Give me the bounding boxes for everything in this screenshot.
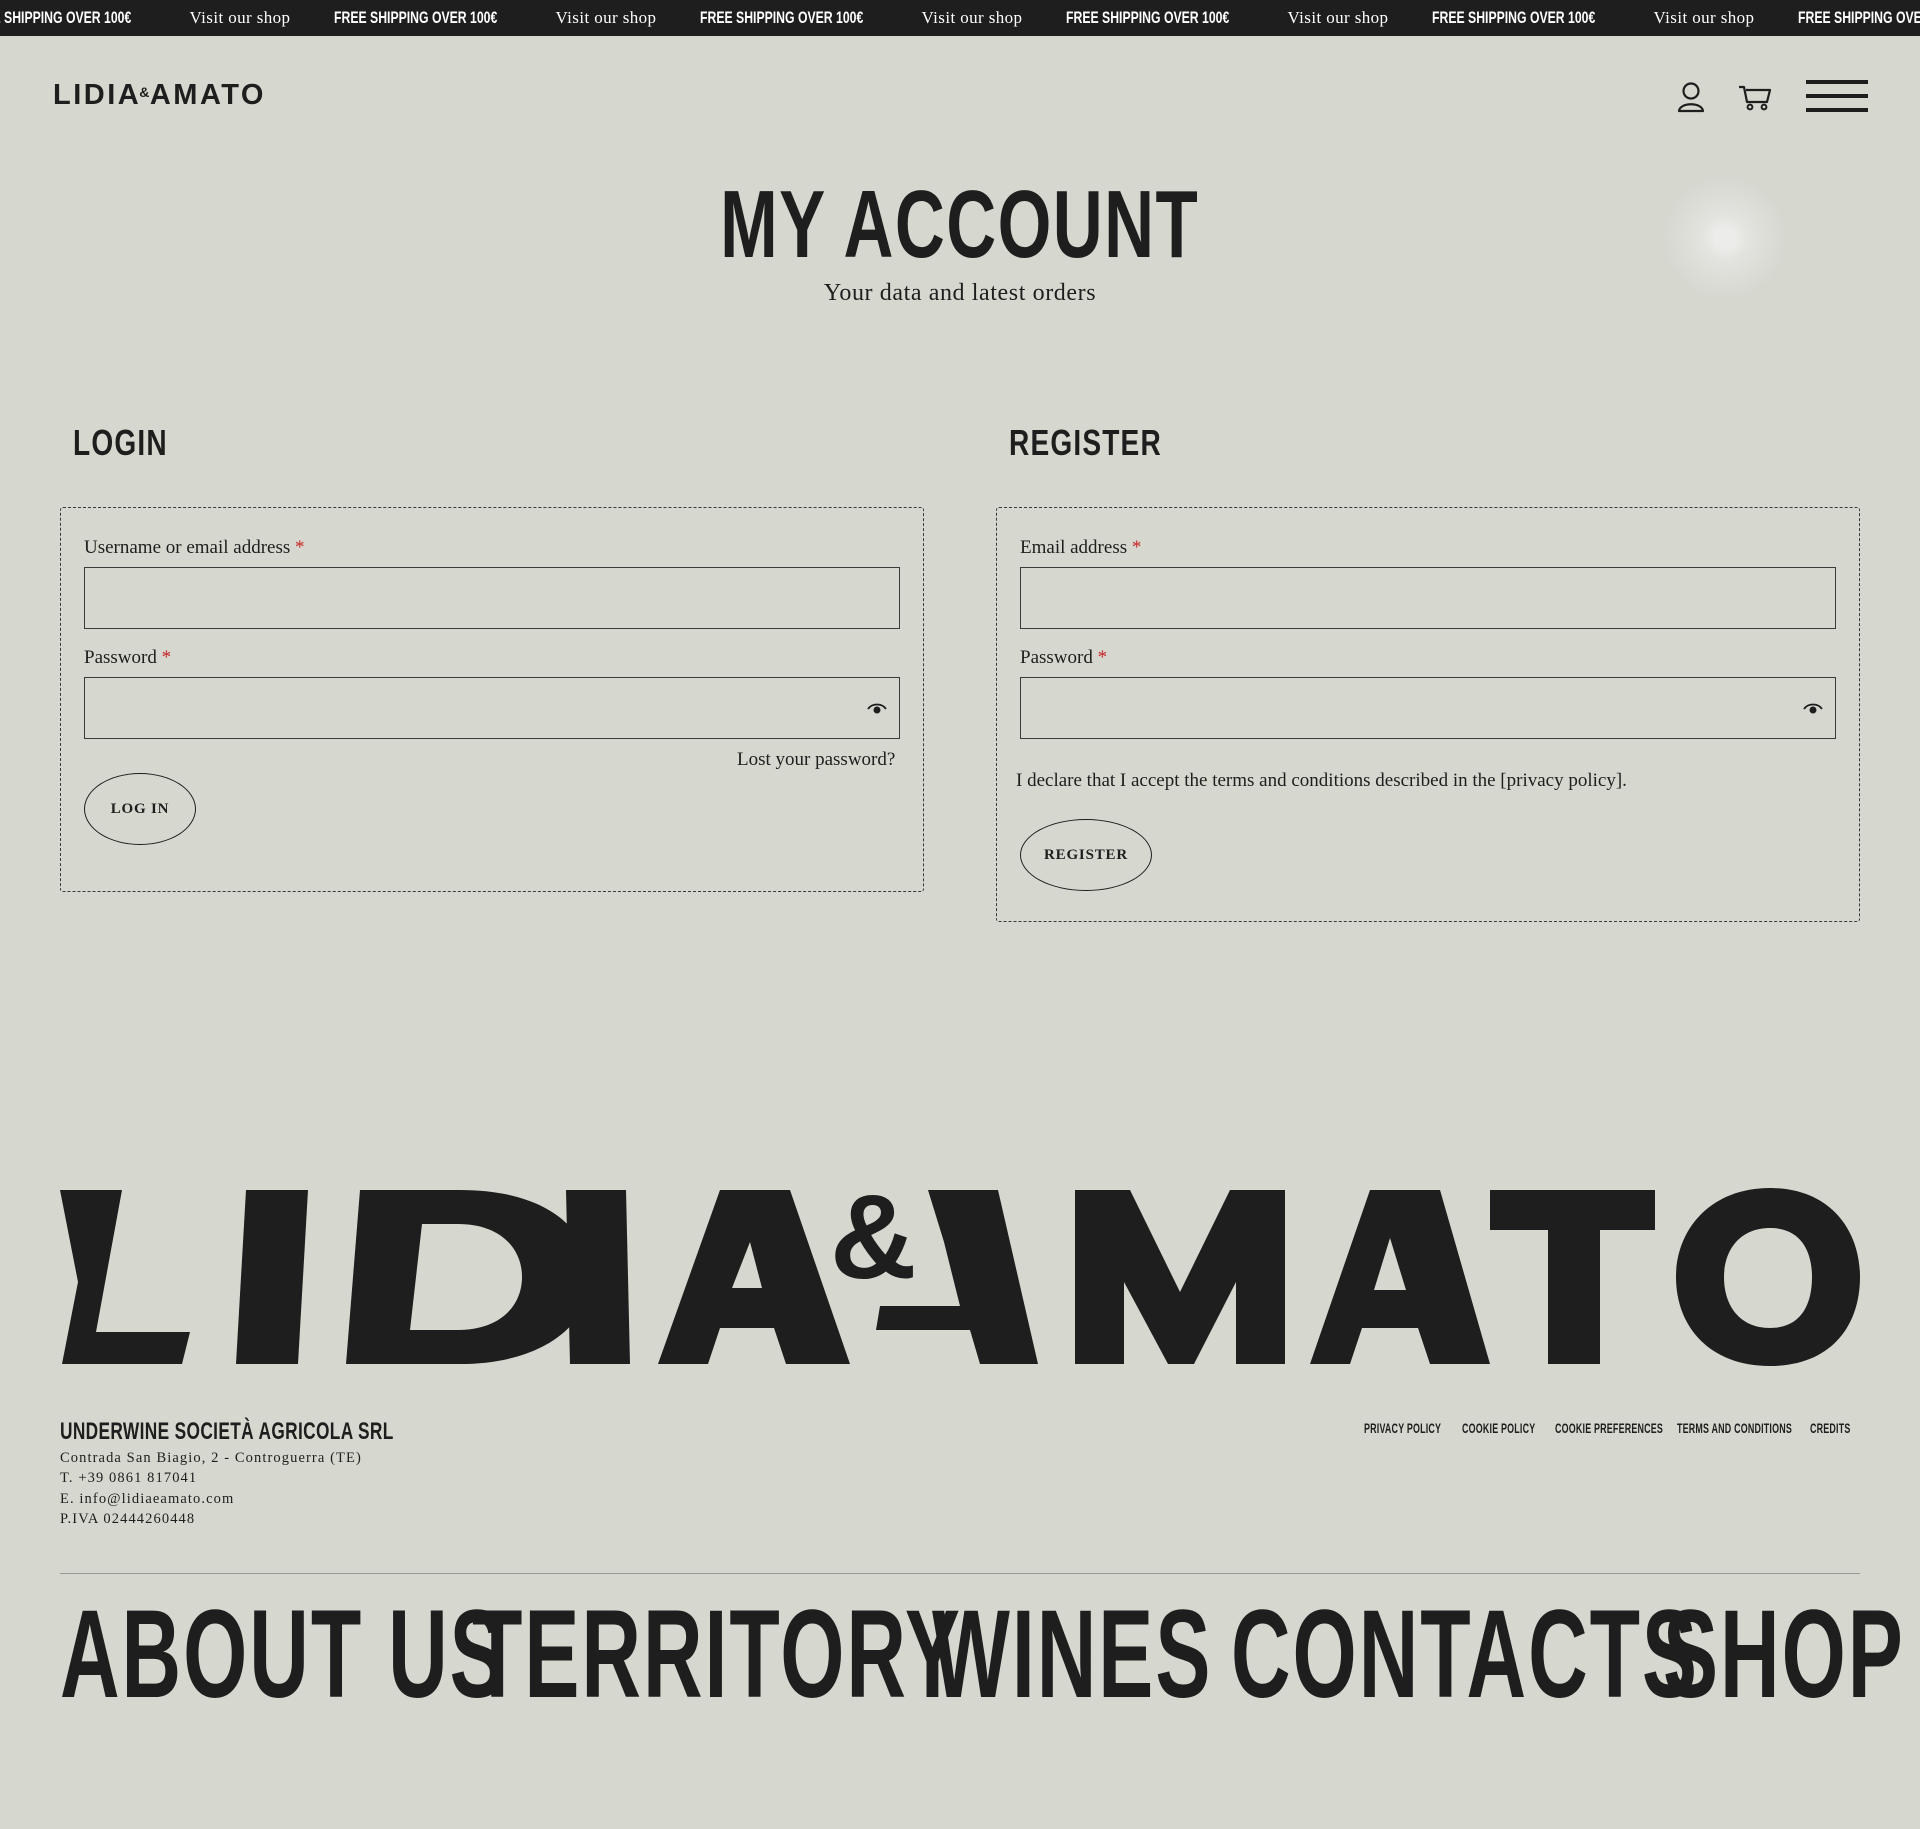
page-subtitle: Your data and latest orders bbox=[823, 280, 1097, 306]
company-name: UNDERWINE SOCIETÀ AGRICOLA SRL bbox=[60, 1418, 394, 1445]
footer-nav-label: TERRITORY bbox=[472, 1585, 962, 1724]
free-shipping-text: FREE SHIPPING OVER 100€ bbox=[700, 8, 864, 27]
visit-shop-link[interactable]: Visit our shop bbox=[1244, 8, 1432, 28]
ticker-track: FREE SHIPPING OVER 100€ Visit our shop F… bbox=[0, 0, 1920, 36]
footer-logo: & bbox=[60, 1182, 1860, 1366]
register-password-label: Password * bbox=[1020, 647, 1107, 669]
footer-nav-shop[interactable]: SHOP bbox=[1663, 1585, 1920, 1724]
visit-shop-link[interactable]: Visit our shop bbox=[146, 8, 334, 28]
required-mark: * bbox=[1097, 647, 1108, 668]
login-heading: LOGIN bbox=[73, 422, 168, 463]
company-vat: P.IVA 02444260448 bbox=[60, 1511, 196, 1527]
free-shipping-text: FREE SHIPPING OVER 100€ bbox=[1066, 8, 1230, 27]
register-heading: REGISTER bbox=[1009, 422, 1162, 463]
email-input[interactable] bbox=[1020, 567, 1836, 629]
footer-nav-label: SHOP bbox=[1663, 1585, 1905, 1724]
free-shipping-text: FREE SHIPPING OVER 100€ bbox=[1798, 8, 1920, 27]
logo-text-right: AMATO bbox=[149, 79, 266, 111]
footer-nav-label: WINES bbox=[932, 1585, 1213, 1724]
announcement-ticker: FREE SHIPPING OVER 100€ Visit our shop F… bbox=[0, 0, 1920, 36]
footer-nav-label: ABOUT US bbox=[60, 1585, 507, 1724]
ticker-item: FREE SHIPPING OVER 100€ Visit our shop bbox=[1066, 8, 1432, 28]
company-address: Contrada San Biagio, 2 - Controguerra (T… bbox=[60, 1450, 362, 1466]
free-shipping-text: FREE SHIPPING OVER 100€ bbox=[1432, 8, 1596, 27]
register-heading-wrap: REGISTER bbox=[1009, 422, 1205, 464]
ticker-item: FREE SHIPPING OVER 100€ Visit our shop bbox=[700, 8, 1066, 28]
user-icon[interactable] bbox=[1673, 80, 1709, 114]
show-password-eye-icon[interactable] bbox=[867, 702, 887, 716]
logo-ampersand: & bbox=[139, 84, 152, 100]
username-label-text: Username or email address bbox=[84, 537, 291, 558]
username-input[interactable] bbox=[84, 567, 900, 629]
required-mark: * bbox=[295, 537, 305, 558]
company-email[interactable]: E. info@lidiaeamato.com bbox=[60, 1491, 234, 1508]
menu-icon[interactable] bbox=[1806, 78, 1868, 114]
password-label: Password * bbox=[84, 647, 171, 669]
legal-link-label: PRIVACY POLICY bbox=[1364, 1421, 1442, 1436]
ticker-item: FREE SHIPPING OVER 100€ Visit our shop bbox=[0, 8, 334, 28]
login-heading-wrap: LOGIN bbox=[73, 422, 195, 464]
footer-nav-label: CONTACTS bbox=[1231, 1585, 1700, 1724]
page-title-wrap: MY ACCOUNT bbox=[0, 170, 1920, 280]
free-shipping-text: FREE SHIPPING OVER 100€ bbox=[0, 8, 132, 27]
legal-link-credits[interactable]: CREDITS bbox=[1810, 1420, 1871, 1438]
password-input[interactable] bbox=[84, 677, 900, 739]
username-label: Username or email address * bbox=[84, 537, 305, 559]
ticker-item: FREE SHIPPING OVER 100€ Visit our shop bbox=[334, 8, 700, 28]
privacy-declaration[interactable]: I declare that I accept the terms and co… bbox=[1016, 770, 1627, 792]
register-button[interactable]: REGISTER bbox=[1020, 819, 1152, 891]
lost-password-link[interactable]: Lost your password? bbox=[737, 749, 895, 771]
visit-shop-link[interactable]: Visit our shop bbox=[1610, 8, 1798, 28]
free-shipping-text: FREE SHIPPING OVER 100€ bbox=[334, 8, 498, 27]
email-label: Email address * bbox=[1020, 537, 1141, 559]
required-mark: * bbox=[161, 647, 172, 668]
register-password-input[interactable] bbox=[1020, 677, 1836, 739]
ticker-item: FREE SHIPPING OVER 100€ bbox=[1798, 8, 1920, 28]
email-label-text: Email address bbox=[1020, 537, 1128, 558]
company-phone[interactable]: T. +39 0861 817041 bbox=[60, 1470, 197, 1487]
required-mark: * bbox=[1131, 537, 1142, 558]
visit-shop-link[interactable]: Visit our shop bbox=[878, 8, 1066, 28]
password-label-text: Password bbox=[84, 647, 157, 668]
logo-text-left: LIDIA bbox=[53, 79, 142, 111]
login-button[interactable]: LOG IN bbox=[84, 773, 196, 845]
page-title: MY ACCOUNT bbox=[720, 171, 1200, 278]
legal-link-label: TERMS AND CONDITIONS bbox=[1677, 1421, 1793, 1436]
company-name-wrap: UNDERWINE SOCIETÀ AGRICOLA SRL bbox=[60, 1418, 523, 1446]
register-password-label-text: Password bbox=[1020, 647, 1093, 668]
register-form: Email address * Password * I declare tha… bbox=[996, 507, 1860, 922]
site-logo[interactable]: LIDIA & AMATO bbox=[53, 79, 266, 112]
legal-link-label: COOKIE POLICY bbox=[1462, 1421, 1536, 1436]
legal-link-label: COOKIE PREFERENCES bbox=[1555, 1421, 1664, 1436]
visit-shop-link[interactable]: Visit our shop bbox=[512, 8, 700, 28]
login-form: Username or email address * Password * L… bbox=[60, 507, 924, 892]
show-password-eye-icon[interactable] bbox=[1803, 702, 1823, 716]
ticker-item: FREE SHIPPING OVER 100€ Visit our shop bbox=[1432, 8, 1798, 28]
footer-logo-ampersand: & bbox=[830, 1182, 917, 1304]
footer-divider bbox=[60, 1573, 1860, 1574]
decorative-glow bbox=[1660, 178, 1790, 298]
cart-icon[interactable] bbox=[1737, 80, 1773, 114]
legal-link-label: CREDITS bbox=[1810, 1421, 1851, 1436]
